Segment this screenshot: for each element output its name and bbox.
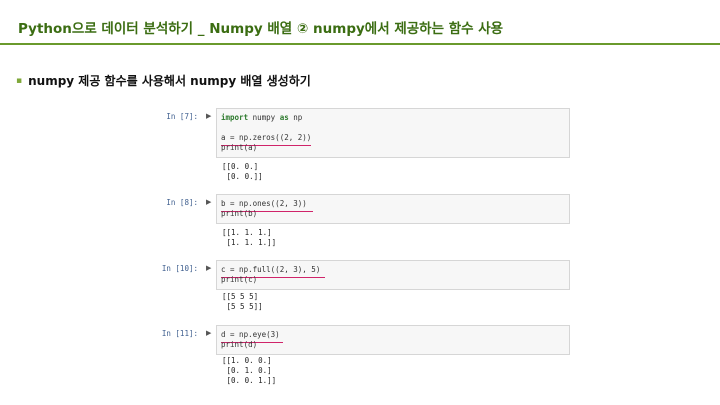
code-line: print(b) [221, 209, 258, 218]
slide-title: Python으로 데이터 분석하기 _ Numpy 배열 ② numpy에서 제… [18, 21, 504, 37]
output-line: [5 5 5]] [222, 302, 263, 311]
code-line: a = np.zeros((2, 2)) [221, 133, 565, 146]
cell-prompt: In [10]: [161, 264, 198, 273]
code-input[interactable]: c = np.full((2, 3), 5) print(c) [216, 260, 570, 290]
bullet-text: numpy 제공 함수를 사용해서 numpy 배열 생성하기 [28, 74, 311, 88]
code-line: print(a) [221, 143, 258, 152]
output-line: [[0. 0.] [222, 162, 259, 171]
code-input[interactable]: d = np.eye(3) print(d) [216, 325, 570, 355]
run-cell-icon[interactable]: ▶ [206, 264, 211, 272]
title-divider [0, 43, 720, 45]
output-line: [0. 1. 0.] [222, 366, 272, 375]
output-line: [[5 5 5] [222, 292, 259, 301]
code-line: b = np.ones((2, 3)) [221, 199, 565, 212]
cell-prompt: In [8]: [166, 198, 198, 207]
output-line: [[1. 1. 1.] [222, 228, 272, 237]
cell-output: [[5 5 5] [5 5 5]] [222, 292, 263, 312]
run-cell-icon[interactable]: ▶ [206, 329, 211, 337]
output-line: [0. 0. 1.]] [222, 376, 277, 385]
code-input[interactable]: import numpy as np a = np.zeros((2, 2)) … [216, 108, 570, 158]
cell-prompt: In [11]: [161, 329, 198, 338]
cell-output: [[0. 0.] [0. 0.]] [222, 162, 263, 182]
output-line: [0. 0.]] [222, 172, 263, 181]
output-line: [1. 1. 1.]] [222, 238, 277, 247]
code-line: import numpy as np [221, 113, 303, 122]
run-cell-icon[interactable]: ▶ [206, 112, 211, 120]
code-line: c = np.full((2, 3), 5) [221, 265, 565, 278]
cell-output: [[1. 0. 0.] [0. 1. 0.] [0. 0. 1.]] [222, 356, 276, 386]
cell-output: [[1. 1. 1.] [1. 1. 1.]] [222, 228, 276, 248]
run-cell-icon[interactable]: ▶ [206, 198, 211, 206]
code-input[interactable]: b = np.ones((2, 3)) print(b) [216, 194, 570, 224]
code-line: print(d) [221, 340, 258, 349]
code-line: print(c) [221, 275, 258, 284]
output-line: [[1. 0. 0.] [222, 356, 272, 365]
cell-prompt: In [7]: [166, 112, 198, 121]
bullet-heading: ▪ numpy 제공 함수를 사용해서 numpy 배열 생성하기 [16, 72, 311, 89]
code-line: d = np.eye(3) [221, 330, 565, 343]
bullet-icon: ▪ [16, 76, 23, 86]
